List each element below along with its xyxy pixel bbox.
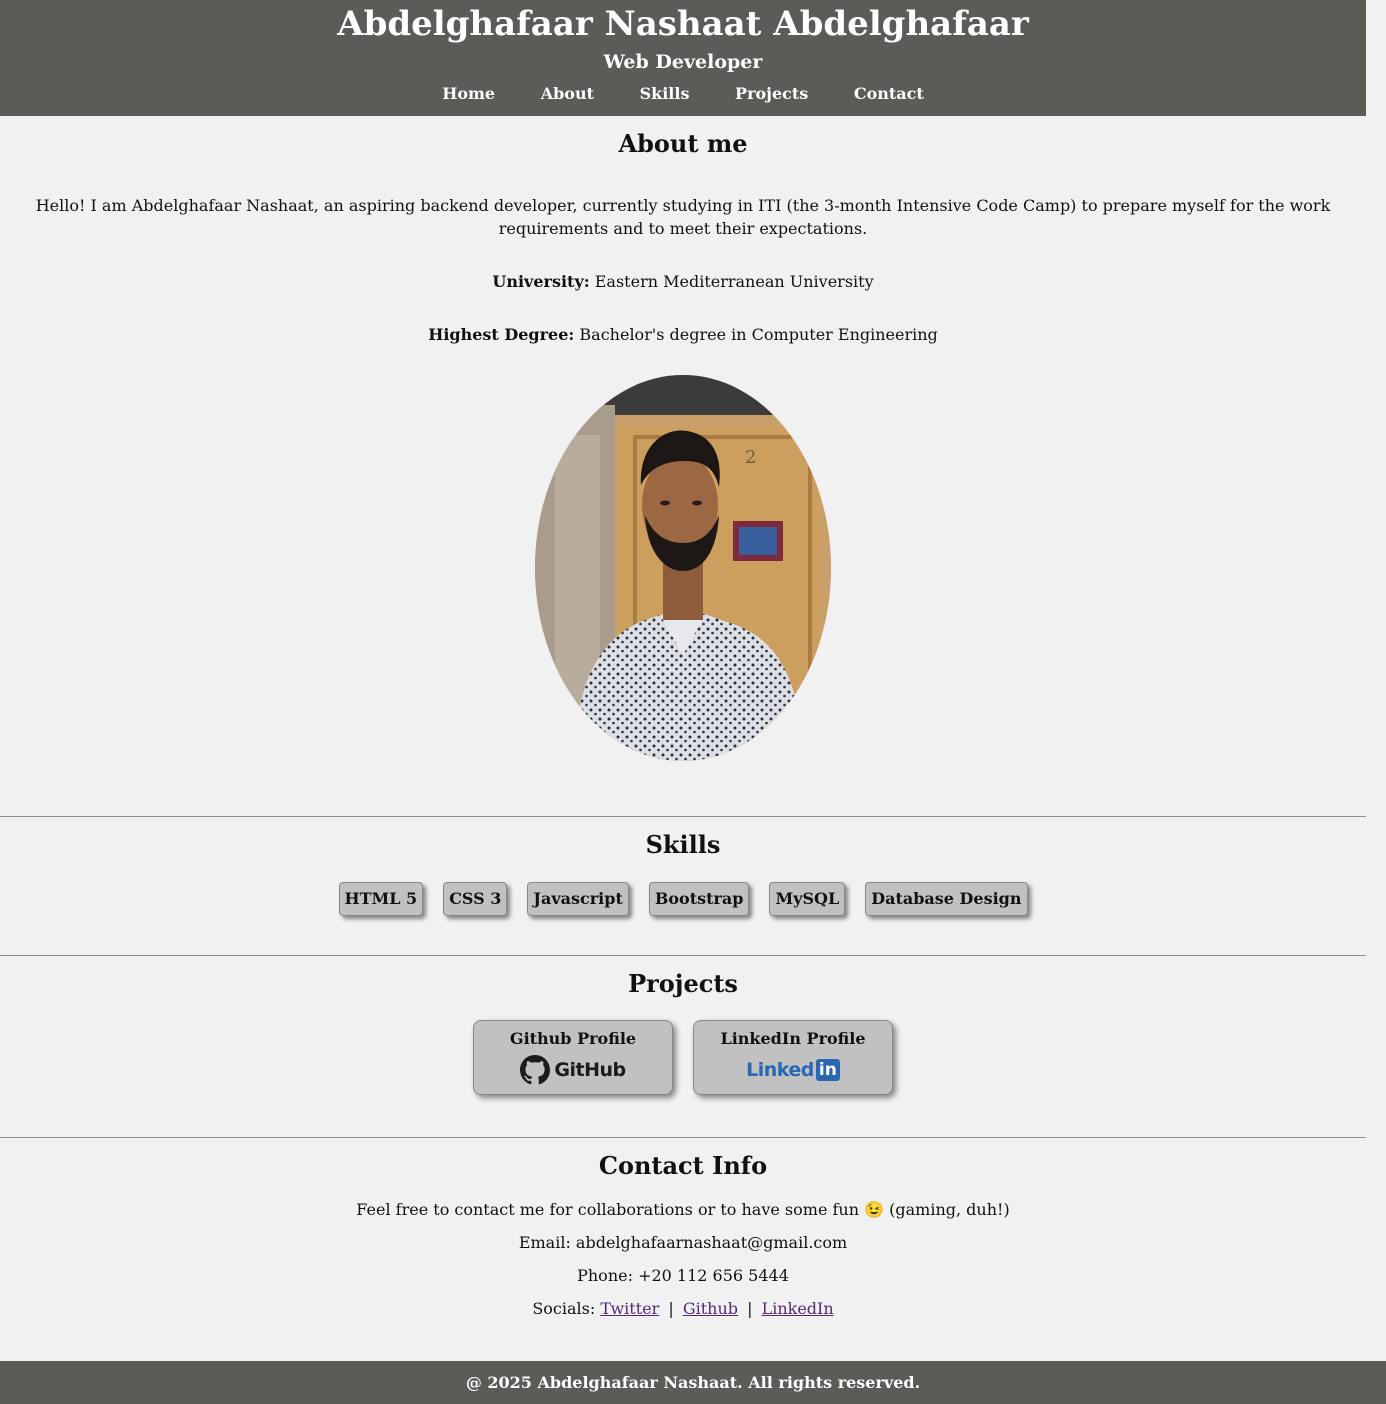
university-line: University: Eastern Mediterranean Univer…: [0, 270, 1366, 293]
contact-socials: Socials: Twitter | Github | LinkedIn: [0, 1297, 1366, 1320]
nav-home[interactable]: Home: [442, 84, 495, 103]
skill-badge: MySQL: [769, 882, 846, 916]
nav-contact[interactable]: Contact: [854, 84, 924, 103]
degree-label: Highest Degree:: [428, 325, 575, 344]
skill-badge: CSS 3: [443, 882, 508, 916]
skill-badge: HTML 5: [338, 882, 424, 916]
linkedin-profile-card[interactable]: LinkedIn Profile Linked in: [693, 1020, 893, 1095]
page: Abdelghafaar Nashaat Abdelghafaar Web De…: [0, 0, 1366, 1404]
university-value: Eastern Mediterranean University: [594, 272, 874, 291]
degree-line: Highest Degree: Bachelor's degree in Com…: [0, 323, 1366, 346]
site-title: Abdelghafaar Nashaat Abdelghafaar: [337, 4, 1029, 44]
main-nav: Home About Skills Projects Contact: [0, 84, 1366, 103]
socials-label: Socials:: [532, 1299, 596, 1318]
linkedin-icon: Linked in: [694, 1054, 892, 1086]
twitter-link[interactable]: Twitter: [600, 1299, 659, 1318]
separator: |: [668, 1299, 674, 1318]
separator: |: [747, 1299, 753, 1318]
project-title: LinkedIn Profile: [720, 1029, 866, 1048]
about-heading: About me: [618, 129, 748, 158]
scrollbar[interactable]: [1366, 0, 1386, 1404]
skill-badge: Javascript: [527, 882, 629, 916]
skill-list: HTML 5 CSS 3 Javascript Bootstrap MySQL …: [0, 882, 1366, 916]
linkedin-link[interactable]: LinkedIn: [762, 1299, 834, 1318]
door-number: 2: [745, 447, 756, 468]
project-list: Github Profile GitHub LinkedIn Profile L…: [0, 1020, 1366, 1095]
nav-about[interactable]: About: [541, 84, 594, 103]
skill-badge: Bootstrap: [648, 882, 750, 916]
projects-section: Projects Github Profile GitHub LinkedIn …: [0, 956, 1366, 1137]
github-profile-card[interactable]: Github Profile GitHub: [473, 1020, 673, 1095]
nav-skills[interactable]: Skills: [640, 84, 690, 103]
profile-photo-illustration: 2: [535, 375, 831, 761]
linkedin-logo-box: in: [815, 1059, 840, 1081]
github-logo-text: GitHub: [554, 1059, 626, 1081]
contact-email: Email: abdelghafaarnashaat@gmail.com: [518, 1233, 848, 1252]
linkedin-logo-text: Linked: [746, 1059, 814, 1081]
site-subtitle: Web Developer: [603, 51, 763, 73]
university-label: University:: [492, 272, 590, 291]
skills-heading: Skills: [645, 830, 721, 859]
skills-section: Skills HTML 5 CSS 3 Javascript Bootstrap…: [0, 817, 1366, 955]
profile-photo: 2: [535, 375, 831, 761]
site-header: Abdelghafaar Nashaat Abdelghafaar Web De…: [0, 0, 1366, 116]
github-octocat-icon: [520, 1055, 551, 1085]
nav-projects[interactable]: Projects: [735, 84, 808, 103]
degree-value: Bachelor's degree in Computer Engineerin…: [579, 325, 938, 344]
github-link[interactable]: Github: [683, 1299, 738, 1318]
project-title: Github Profile: [509, 1029, 637, 1048]
github-logo: GitHub: [474, 1054, 672, 1086]
contact-intro: Feel free to contact me for collaboratio…: [356, 1200, 1010, 1219]
about-intro: Hello! I am Abdelghafaar Nashaat, an asp…: [35, 196, 1331, 238]
about-section: About me Hello! I am Abdelghafaar Nashaa…: [0, 116, 1366, 761]
site-footer: @ 2025 Abdelghafaar Nashaat. All rights …: [0, 1361, 1386, 1404]
contact-heading: Contact Info: [598, 1151, 768, 1180]
skill-badge: Database Design: [865, 882, 1028, 916]
contact-section: Contact Info Feel free to contact me for…: [0, 1138, 1366, 1376]
projects-heading: Projects: [628, 969, 738, 998]
contact-phone: Phone: +20 112 656 5444: [577, 1266, 789, 1285]
